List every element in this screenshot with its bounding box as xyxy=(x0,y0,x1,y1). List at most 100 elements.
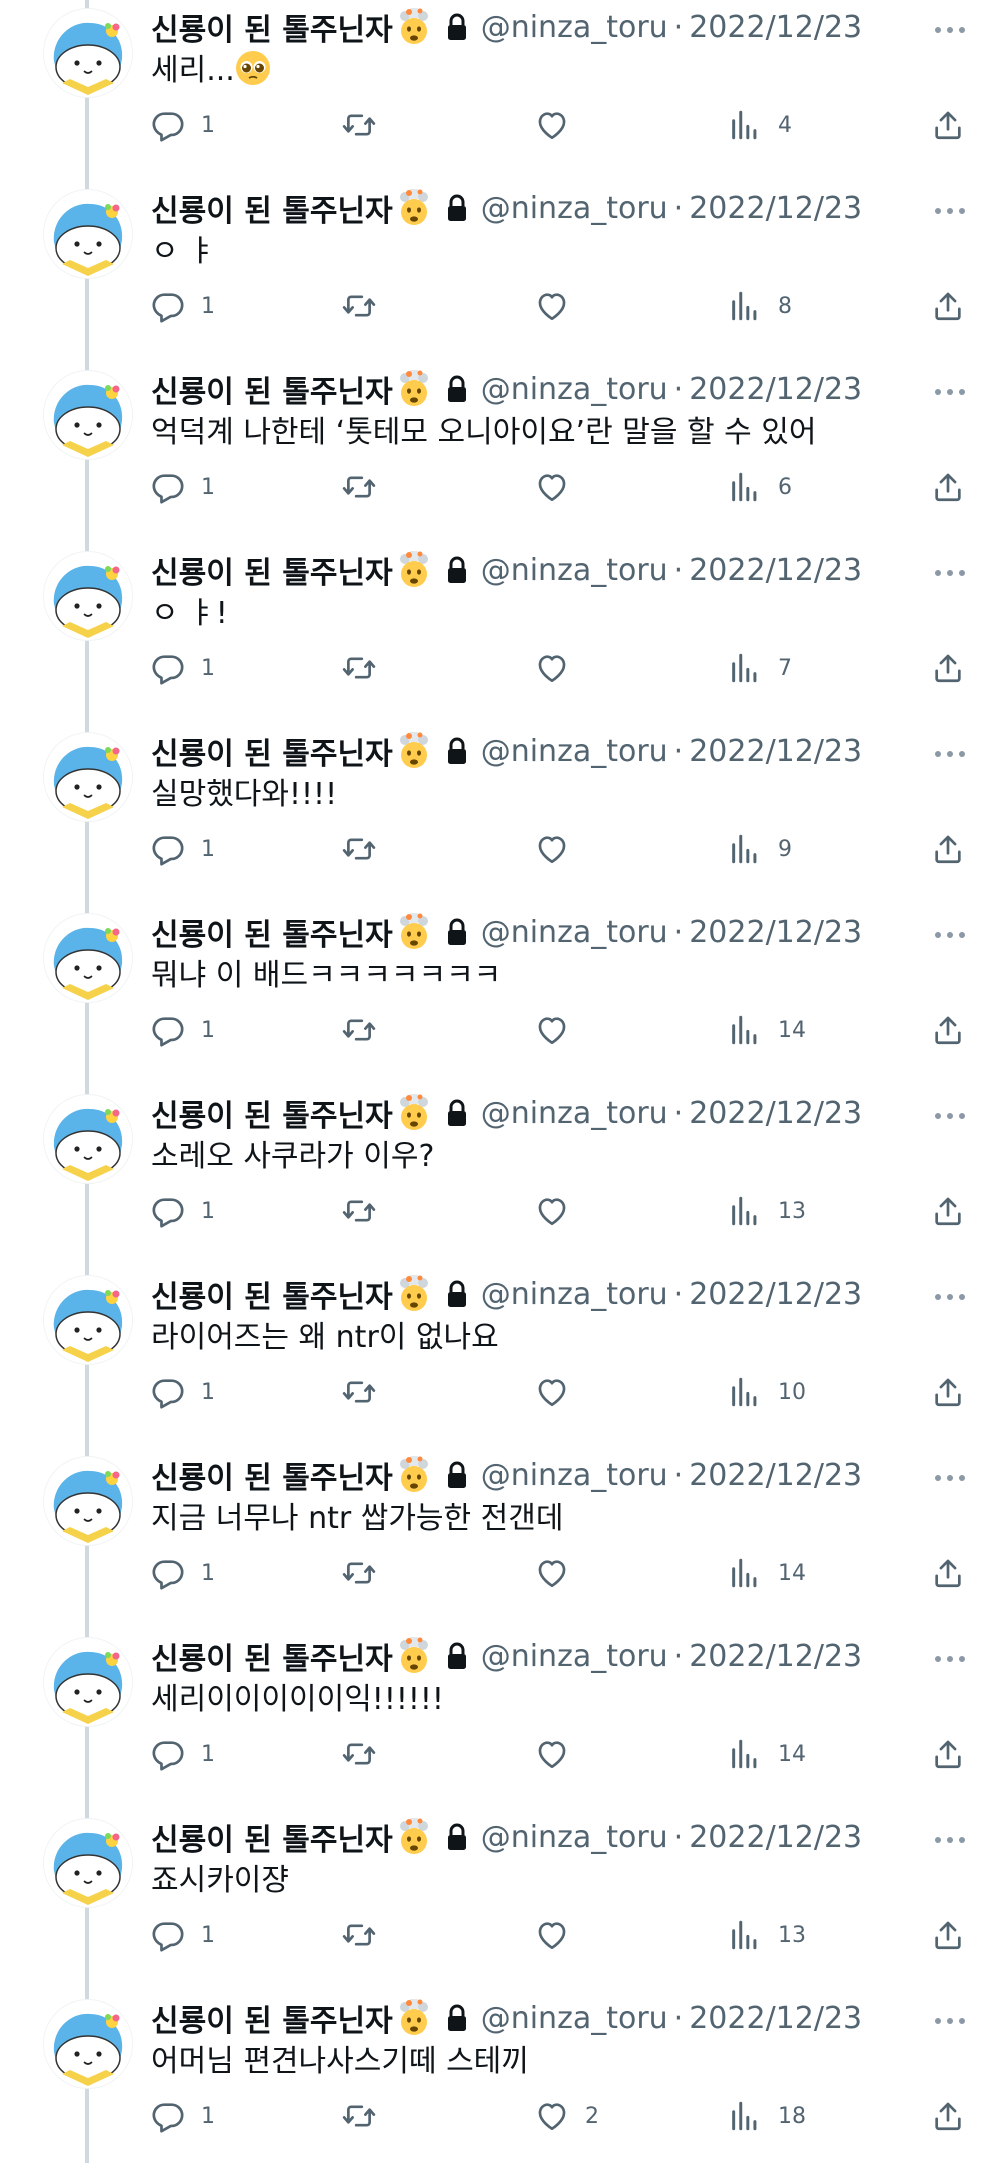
reply-button[interactable]: 1 xyxy=(151,646,215,690)
timestamp[interactable]: 2022/12/23 xyxy=(689,1820,862,1855)
display-name[interactable]: 신룡이 된 톨주닌자 xyxy=(151,367,393,411)
more-options-icon[interactable] xyxy=(930,202,970,214)
reply-button[interactable]: 1 xyxy=(151,2094,215,2138)
like-button[interactable] xyxy=(535,1189,585,1233)
display-name[interactable]: 신룡이 된 톨주닌자 xyxy=(151,1815,393,1859)
share-button[interactable] xyxy=(931,1189,965,1233)
retweet-button[interactable] xyxy=(342,284,392,328)
tweet-item[interactable]: 신룡이 된 톨주닌자 @ninza_toru · 2022/12/23 실망했다… xyxy=(0,715,1008,896)
avatar[interactable] xyxy=(44,9,132,97)
timestamp[interactable]: 2022/12/23 xyxy=(689,2001,862,2036)
reply-button[interactable]: 1 xyxy=(151,1732,215,1776)
timestamp[interactable]: 2022/12/23 xyxy=(689,372,862,407)
handle[interactable]: @ninza_toru xyxy=(481,1639,668,1674)
avatar[interactable] xyxy=(44,914,132,1002)
handle[interactable]: @ninza_toru xyxy=(481,1096,668,1131)
retweet-button[interactable] xyxy=(342,103,392,147)
timestamp[interactable]: 2022/12/23 xyxy=(689,734,862,769)
display-name[interactable]: 신룡이 된 톨주닌자 xyxy=(151,729,393,773)
tweet-item[interactable]: 신룡이 된 톨주닌자 @ninza_toru · 2022/12/23 뭐냐 이… xyxy=(0,896,1008,1077)
more-options-icon[interactable] xyxy=(930,383,970,395)
tweet-item[interactable]: 신룡이 된 톨주닌자 @ninza_toru · 2022/12/23 세리..… xyxy=(0,0,1008,172)
reply-button[interactable]: 1 xyxy=(151,1189,215,1233)
reply-button[interactable]: 1 xyxy=(151,1370,215,1414)
retweet-button[interactable] xyxy=(342,1732,392,1776)
tweet-item[interactable]: 신룡이 된 톨주닌자 @ninza_toru · 2022/12/23 어머님 … xyxy=(0,1982,1008,2163)
views-button[interactable]: 6 xyxy=(728,465,792,509)
more-options-icon[interactable] xyxy=(930,1469,970,1481)
display-name[interactable]: 신룡이 된 톨주닌자 xyxy=(151,1634,393,1678)
views-button[interactable]: 14 xyxy=(728,1551,806,1595)
timestamp[interactable]: 2022/12/23 xyxy=(689,1096,862,1131)
share-button[interactable] xyxy=(931,2094,965,2138)
views-button[interactable]: 18 xyxy=(728,2094,806,2138)
reply-button[interactable]: 1 xyxy=(151,103,215,147)
retweet-button[interactable] xyxy=(342,827,392,871)
tweet-item[interactable]: 신룡이 된 톨주닌자 @ninza_toru · 2022/12/23 ㅇ ㅑ! xyxy=(0,534,1008,715)
share-button[interactable] xyxy=(931,1913,965,1957)
handle[interactable]: @ninza_toru xyxy=(481,372,668,407)
reply-button[interactable]: 1 xyxy=(151,1913,215,1957)
like-button[interactable] xyxy=(535,646,585,690)
retweet-button[interactable] xyxy=(342,1008,392,1052)
retweet-button[interactable] xyxy=(342,2094,392,2138)
views-button[interactable]: 7 xyxy=(728,646,792,690)
reply-button[interactable]: 1 xyxy=(151,465,215,509)
handle[interactable]: @ninza_toru xyxy=(481,915,668,950)
avatar[interactable] xyxy=(44,552,132,640)
timestamp[interactable]: 2022/12/23 xyxy=(689,915,862,950)
retweet-button[interactable] xyxy=(342,646,392,690)
tweet-item[interactable]: 신룡이 된 톨주닌자 @ninza_toru · 2022/12/23 세리이이… xyxy=(0,1620,1008,1801)
share-button[interactable] xyxy=(931,646,965,690)
handle[interactable]: @ninza_toru xyxy=(481,734,668,769)
share-button[interactable] xyxy=(931,284,965,328)
avatar[interactable] xyxy=(44,190,132,278)
handle[interactable]: @ninza_toru xyxy=(481,1820,668,1855)
timestamp[interactable]: 2022/12/23 xyxy=(689,191,862,226)
like-button[interactable] xyxy=(535,1008,585,1052)
reply-button[interactable]: 1 xyxy=(151,1551,215,1595)
views-button[interactable]: 13 xyxy=(728,1189,806,1233)
more-options-icon[interactable] xyxy=(930,1650,970,1662)
display-name[interactable]: 신룡이 된 톨주닌자 xyxy=(151,1272,393,1316)
views-button[interactable]: 9 xyxy=(728,827,792,871)
like-button[interactable] xyxy=(535,1551,585,1595)
display-name[interactable]: 신룡이 된 톨주닌자 xyxy=(151,1453,393,1497)
views-button[interactable]: 13 xyxy=(728,1913,806,1957)
more-options-icon[interactable] xyxy=(930,1831,970,1843)
display-name[interactable]: 신룡이 된 톨주닌자 xyxy=(151,5,393,49)
display-name[interactable]: 신룡이 된 톨주닌자 xyxy=(151,910,393,954)
avatar[interactable] xyxy=(44,1457,132,1545)
like-button[interactable] xyxy=(535,1732,585,1776)
display-name[interactable]: 신룡이 된 톨주닌자 xyxy=(151,548,393,592)
tweet-item[interactable]: 신룡이 된 톨주닌자 @ninza_toru · 2022/12/23 소레오 … xyxy=(0,1077,1008,1258)
tweet-item[interactable]: 신룡이 된 톨주닌자 @ninza_toru · 2022/12/23 ㅇ ㅑ xyxy=(0,172,1008,353)
reply-button[interactable]: 1 xyxy=(151,284,215,328)
more-options-icon[interactable] xyxy=(930,21,970,33)
share-button[interactable] xyxy=(931,465,965,509)
more-options-icon[interactable] xyxy=(930,926,970,938)
retweet-button[interactable] xyxy=(342,1189,392,1233)
retweet-button[interactable] xyxy=(342,1551,392,1595)
display-name[interactable]: 신룡이 된 톨주닌자 xyxy=(151,1091,393,1135)
timestamp[interactable]: 2022/12/23 xyxy=(689,10,862,45)
handle[interactable]: @ninza_toru xyxy=(481,2001,668,2036)
share-button[interactable] xyxy=(931,1732,965,1776)
more-options-icon[interactable] xyxy=(930,2012,970,2024)
timestamp[interactable]: 2022/12/23 xyxy=(689,1639,862,1674)
retweet-button[interactable] xyxy=(342,465,392,509)
handle[interactable]: @ninza_toru xyxy=(481,191,668,226)
timestamp[interactable]: 2022/12/23 xyxy=(689,1277,862,1312)
display-name[interactable]: 신룡이 된 톨주닌자 xyxy=(151,186,393,230)
display-name[interactable]: 신룡이 된 톨주닌자 xyxy=(151,1996,393,2040)
like-button[interactable] xyxy=(535,827,585,871)
handle[interactable]: @ninza_toru xyxy=(481,1458,668,1493)
avatar[interactable] xyxy=(44,1095,132,1183)
views-button[interactable]: 10 xyxy=(728,1370,806,1414)
like-button[interactable] xyxy=(535,465,585,509)
handle[interactable]: @ninza_toru xyxy=(481,10,668,45)
reply-button[interactable]: 1 xyxy=(151,827,215,871)
views-button[interactable]: 14 xyxy=(728,1732,806,1776)
avatar[interactable] xyxy=(44,2000,132,2088)
avatar[interactable] xyxy=(44,1819,132,1907)
